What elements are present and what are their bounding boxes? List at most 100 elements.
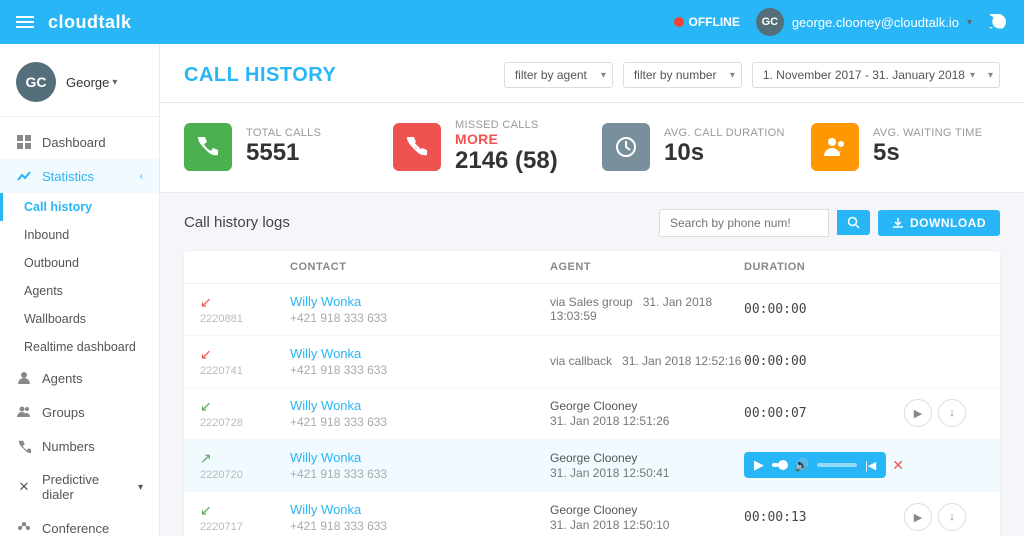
brand-logo: cloudtalk [48,12,132,33]
sidebar-item-groups[interactable]: Groups [0,395,159,429]
contact-name[interactable]: Willy Wonka [290,502,550,517]
contact-name[interactable]: Willy Wonka [290,294,550,309]
outbound-call-icon: ↗ [200,450,212,467]
col-duration: DURATION [744,261,904,273]
contact-name[interactable]: Willy Wonka [290,346,550,361]
stat-value: 10s [664,139,785,168]
sidebar-item-predictive[interactable]: ✕ Predictive dialer ▾ [0,463,159,511]
sidebar: GC George ▾ Dashboard Statistics ‹ [0,44,160,536]
download-button[interactable]: DOWNLOAD [878,210,1000,236]
number-filter-wrapper: filter by number [623,62,742,88]
table-row: ↙ 2220881 Willy Wonka +421 918 333 633 v… [184,284,1000,336]
stat-value: 5s [873,139,982,168]
contact-phone: +421 918 333 633 [290,311,550,325]
audio-player-container: ▶ 🔊 |◀ ✕ [744,452,904,478]
sidebar-item-label: Numbers [42,439,95,454]
inbound-call-icon: ↙ [200,502,212,519]
stat-avg-duration: AVG. CALL DURATION 10s [602,119,791,176]
hamburger-icon[interactable] [16,16,34,28]
power-icon[interactable] [988,12,1008,32]
sidebar-item-wallboards[interactable]: Wallboards [0,305,159,333]
date-range-wrapper: 1. November 2017 - 31. January 2018 [752,62,1000,88]
filter-by-agent[interactable]: filter by agent [504,62,613,88]
agent-info: George Clooney 31. Jan 2018 12:51:26 [550,399,744,428]
group-icon [16,404,32,420]
call-id: ↙ 2220741 [200,346,290,377]
stat-info-missed: MISSED CALLS MORE 2146 (58) [455,119,582,176]
sidebar-nav: Dashboard Statistics ‹ Call history Inbo… [0,117,159,536]
contact-name[interactable]: Willy Wonka [290,398,550,413]
contact-info: Willy Wonka +421 918 333 633 [290,346,550,377]
table-section: Call history logs DOWNLOAD CONTACT [160,193,1024,536]
download-row-button[interactable]: ↓ [938,503,966,531]
stat-info-total: TOTAL CALLS 5551 [246,127,321,168]
sidebar-item-statistics[interactable]: Statistics ‹ [0,159,159,193]
stat-label: MISSED CALLS MORE [455,119,582,147]
sidebar-item-agents-stats[interactable]: Agents [0,277,159,305]
sidebar-item-call-history[interactable]: Call history [0,193,159,221]
call-id: ↙ 2220717 [200,502,290,533]
sidebar-item-label: Realtime dashboard [24,340,136,354]
agent-info: via callback 31. Jan 2018 12:52:16 [550,354,744,368]
chevron-down-icon: ▾ [112,77,117,88]
contact-phone: +421 918 333 633 [290,363,550,377]
volume-slider[interactable] [817,463,857,467]
sidebar-user[interactable]: GC George ▾ [0,44,159,117]
audio-volume-icon[interactable]: 🔊 [794,458,809,472]
sidebar-item-label: Statistics [42,169,94,184]
sidebar-item-numbers[interactable]: Numbers [0,429,159,463]
sidebar-item-label: Conference [42,521,109,536]
play-button[interactable]: ▶ [904,503,932,531]
row-actions: ▶ ↓ [904,503,984,531]
header-filters: filter by agent filter by number 1. Nove… [504,62,1000,88]
user-name: George ▾ [66,75,117,90]
sidebar-item-inbound[interactable]: Inbound [0,221,159,249]
play-button[interactable]: ▶ [904,399,932,427]
avatar: GC [16,62,56,102]
sidebar-item-outbound[interactable]: Outbound [0,249,159,277]
audio-player[interactable]: ▶ 🔊 |◀ [744,452,886,478]
sidebar-item-label: Dashboard [42,135,106,150]
call-id: ↗ 2220720 [200,450,290,481]
date-range-picker[interactable]: 1. November 2017 - 31. January 2018 [752,62,1000,88]
call-history-table: CONTACT AGENT DURATION ↙ 2220881 Willy W… [184,251,1000,536]
stat-missed-calls: MISSED CALLS MORE 2146 (58) [393,119,582,176]
table-column-headers: CONTACT AGENT DURATION [184,251,1000,284]
call-id: ↙ 2220881 [200,294,290,325]
stats-row: TOTAL CALLS 5551 MISSED CALLS MORE 2146 … [160,103,1024,193]
status-badge[interactable]: OFFLINE [674,15,740,29]
download-row-button[interactable]: ↓ [938,399,966,427]
audio-end-icon[interactable]: |◀ [865,459,876,472]
close-icon[interactable]: ✕ [892,457,904,474]
sidebar-item-realtime[interactable]: Realtime dashboard [0,333,159,361]
missed-icon [393,123,441,171]
sidebar-item-agents[interactable]: Agents [0,361,159,395]
wait-icon [811,123,859,171]
conf-icon [16,520,32,536]
agent-info: George Clooney 31. Jan 2018 12:50:10 [550,503,744,532]
search-input[interactable] [659,209,829,237]
grid-icon [16,134,32,150]
filter-by-number[interactable]: filter by number [623,62,742,88]
sidebar-item-label: Inbound [24,228,69,242]
contact-info: Willy Wonka +421 918 333 633 [290,398,550,429]
contact-name[interactable]: Willy Wonka [290,450,550,465]
stat-info-waiting: AVG. WAITING TIME 5s [873,127,982,168]
search-button[interactable] [837,210,870,235]
page-header: CALL HISTORY filter by agent filter by n… [160,44,1024,103]
agent-filter-wrapper: filter by agent [504,62,613,88]
sidebar-item-conference[interactable]: Conference [0,511,159,536]
user-info[interactable]: GC george.clooney@cloudtalk.io ▾ [756,8,972,36]
sidebar-item-dashboard[interactable]: Dashboard [0,125,159,159]
duration: 00:00:00 [744,354,904,369]
audio-play-button[interactable]: ▶ [754,457,764,473]
audio-progress-bar[interactable] [772,463,786,467]
table-row: ↙ 2220741 Willy Wonka +421 918 333 633 v… [184,336,1000,388]
sidebar-item-label: Wallboards [24,312,86,326]
table-actions: DOWNLOAD [659,209,1000,237]
stat-total-calls: TOTAL CALLS 5551 [184,119,373,176]
dialer-icon: ✕ [16,479,32,495]
main-layout: GC George ▾ Dashboard Statistics ‹ [0,44,1024,536]
sidebar-item-label: Agents [42,371,82,386]
contact-info: Willy Wonka +421 918 333 633 [290,450,550,481]
